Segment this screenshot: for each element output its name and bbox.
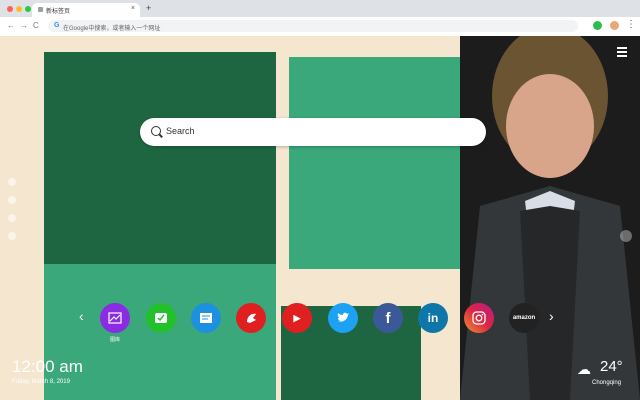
gallery-app-label: 图库 (109, 337, 120, 343)
apps-next-arrow[interactable]: › (549, 308, 554, 324)
clock-date: Friday, March 8, 2019 (12, 379, 70, 385)
check-icon (155, 313, 167, 323)
tab-new-tab[interactable]: 新标签页 × (32, 3, 140, 17)
search-bar[interactable]: Search (140, 118, 486, 146)
tab-close-icon[interactable]: × (131, 5, 135, 12)
note-icon (200, 313, 212, 323)
address-bar[interactable]: G 在Google中搜索，或者输入一个网址 (48, 20, 578, 32)
forward-button[interactable]: → (20, 21, 28, 30)
notes-app-button[interactable] (191, 303, 221, 333)
linkedin-app-button[interactable]: in (418, 303, 448, 333)
game-icon (247, 313, 256, 323)
gallery-app-button[interactable] (100, 303, 130, 333)
tab-favicon-icon (38, 7, 43, 12)
game-app-button[interactable] (236, 303, 266, 333)
reload-button[interactable]: C (33, 21, 39, 30)
linkedin-icon: in (427, 311, 439, 325)
browser-menu-icon[interactable]: ⋮ (626, 19, 636, 30)
new-tab-page: Search ‹ › 图库 ▶ f in amazon 12:00 am Fri… (0, 36, 640, 400)
tasks-app-button[interactable] (146, 303, 176, 333)
address-placeholder: 在Google中搜索，或者输入一个网址 (63, 26, 161, 32)
search-icon (151, 126, 161, 136)
back-button[interactable]: ← (7, 21, 15, 30)
gallery-icon (108, 312, 122, 324)
minimize-window-button[interactable] (16, 6, 22, 12)
profile-avatar-icon[interactable] (610, 21, 619, 30)
close-window-button[interactable] (7, 6, 13, 12)
side-nav-icon[interactable] (8, 178, 16, 186)
menu-icon[interactable] (617, 47, 627, 59)
clock-time: 12:00 am (12, 357, 83, 376)
search-input[interactable]: Search (166, 126, 195, 136)
side-nav-icon[interactable] (8, 232, 16, 240)
maximize-window-button[interactable] (25, 6, 31, 12)
weather-city: Chongqing (592, 380, 622, 386)
side-nav-icon[interactable] (8, 214, 16, 222)
instagram-icon (472, 311, 486, 325)
instagram-app-button[interactable] (464, 303, 494, 333)
toolbar: ← → C G 在Google中搜索，或者输入一个网址 (0, 17, 640, 37)
notification-icon[interactable] (620, 230, 632, 242)
new-tab-button[interactable]: + (146, 3, 151, 13)
facebook-icon: f (385, 309, 391, 327)
amazon-icon: amazon (512, 315, 536, 321)
tab-bar: 新标签页 × + (0, 0, 640, 17)
background-tile (44, 52, 276, 266)
youtube-app-button[interactable]: ▶ (282, 303, 312, 333)
browser-chrome: 新标签页 × + ← → C G 在Google中搜索，或者输入一个网址 ⋮ (0, 0, 640, 37)
cloud-icon: ☁ (577, 361, 591, 377)
twitter-icon (337, 312, 349, 322)
twitter-app-button[interactable] (328, 303, 358, 333)
google-icon: G (54, 22, 60, 29)
side-nav-icon[interactable] (8, 196, 16, 204)
weather-temp: 24° (600, 358, 623, 375)
person-photo (460, 36, 640, 400)
youtube-icon: ▶ (293, 312, 301, 323)
tab-title: 新标签页 (46, 9, 71, 15)
extension-icon[interactable] (593, 21, 602, 30)
amazon-app-button[interactable]: amazon (509, 303, 539, 333)
apps-prev-arrow[interactable]: ‹ (79, 308, 84, 324)
facebook-app-button[interactable]: f (373, 303, 403, 333)
